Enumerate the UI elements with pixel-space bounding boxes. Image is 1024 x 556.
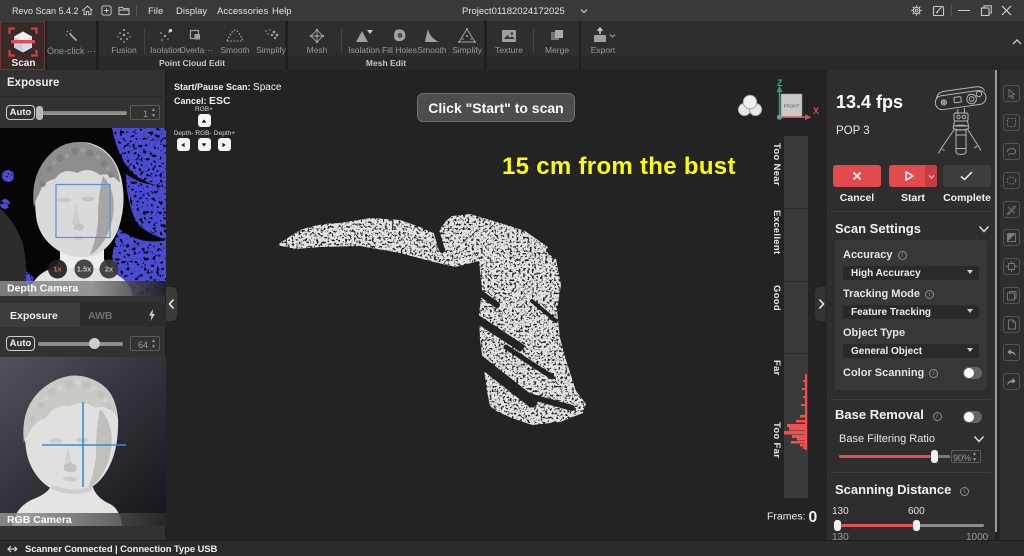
svg-text:RGB Camera: RGB Camera <box>7 514 72 526</box>
svg-text:Z: Z <box>777 78 783 88</box>
svg-text:1.5x: 1.5x <box>77 265 92 274</box>
svg-text:FRONT: FRONT <box>784 104 800 109</box>
svg-text:1x: 1x <box>53 265 62 274</box>
svg-text:X: X <box>813 106 819 116</box>
svg-text:Depth Camera: Depth Camera <box>7 283 78 295</box>
svg-text:2x: 2x <box>105 265 114 274</box>
